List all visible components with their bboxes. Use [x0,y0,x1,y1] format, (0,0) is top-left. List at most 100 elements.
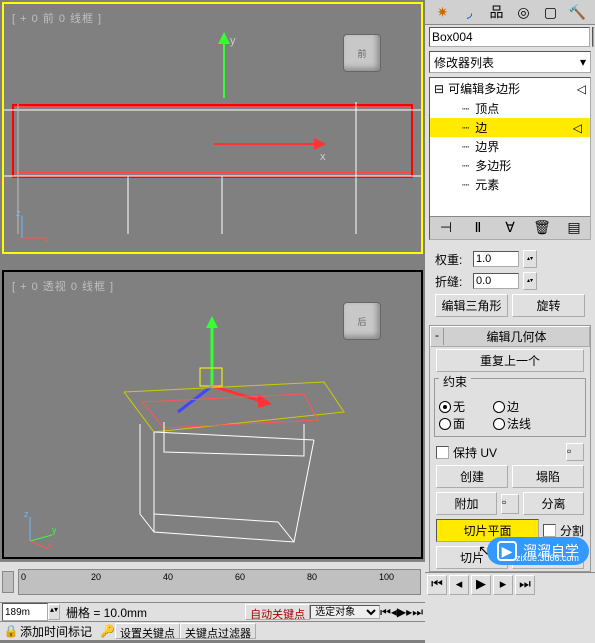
svg-text:z: z [16,210,21,218]
status-bar-2: 🔒 添加时间标记 🔑 设置关键点 关键点过滤器 [0,621,425,640]
constraint-none-radio[interactable]: 无 [439,398,489,415]
edit-geometry-rollout: - 编辑几何体 重复上一个 约束 无 边 面 法线 保持 UV ▫ [429,325,591,572]
modify-tab-icon[interactable]: ◞ [461,3,479,21]
transport-prev-icon[interactable]: ◂ [449,575,469,595]
svg-text:z: z [24,511,29,519]
mouse-cursor-icon: ↖ [478,542,490,559]
constraint-face-radio[interactable]: 面 [439,415,489,432]
viewport-persp-label: [ + 0 透视 0 线框 ] [12,278,114,294]
auto-key-button[interactable]: 自动关键点 [245,604,310,620]
frame-display[interactable] [2,603,48,621]
key-icon[interactable]: 🔑 [100,624,115,638]
stack-arrow-icon: ◁ [577,82,586,96]
key-mode-select[interactable]: 选定对象 [310,605,380,619]
constraints-label: 约束 [439,375,471,389]
viewcube-front[interactable]: 前 [343,34,381,72]
status-bar-1: ▴▾ 栅格 = 10.0mm 自动关键点 选定对象 ⏮ ◂ ▶ ▸ ⏭ [0,602,425,621]
command-tabs: ✷ ◞ 品 ◎ ▢ 🔨 [425,0,595,25]
viewcube-persp[interactable]: 后 [343,302,381,340]
wireframe-persp-icon [94,362,354,552]
stack-item-polygon[interactable]: ┈多边形 [430,156,590,175]
constraint-edge-radio[interactable]: 边 [493,398,543,415]
tick-60: 60 [235,572,245,582]
axis-tripod-persp-icon: z y x [16,511,56,549]
preserve-uv-settings-button[interactable]: ▫ [566,443,584,461]
weight-input[interactable] [473,251,519,267]
tick-0: 0 [21,572,26,582]
preserve-uv-label: 保持 UV [453,444,497,461]
tick-20: 20 [91,572,101,582]
constraint-normal-radio[interactable]: 法线 [493,415,543,432]
watermark-badge: ▶ 溜溜自学 zixue.3d66.com [487,537,589,565]
key-filters-button[interactable]: 关键点过滤器 [180,623,256,639]
crease-input[interactable] [473,273,519,289]
object-name-input[interactable] [429,27,590,47]
crease-label: 折缝: [435,273,469,290]
attach-button[interactable]: 附加 [436,492,497,515]
motion-tab-icon[interactable]: ◎ [515,3,533,21]
preserve-uv-checkbox[interactable] [436,446,449,459]
tick-80: 80 [307,572,317,582]
viewport-perspective[interactable]: [ + 0 透视 0 线框 ] 后 z y [2,270,423,559]
pin-stack-icon[interactable]: ⊣ [436,219,456,237]
attach-list-button[interactable]: ▫ [501,494,519,514]
weight-spinner[interactable]: ▴▾ [523,250,537,268]
tick-100: 100 [379,572,394,582]
timeline-ruler[interactable]: 0 20 40 60 80 100 [18,569,421,595]
active-subobj-icon: ◁ [573,121,582,135]
transport-end-icon[interactable]: ⏭ [515,575,535,595]
remove-modifier-icon[interactable]: 🗑 [532,219,552,237]
goto-start-icon[interactable]: ⏮ [380,605,391,620]
transport-play-icon[interactable]: ▶ [471,575,491,595]
goto-end-icon[interactable]: ⏭ [412,605,423,620]
add-time-tag[interactable]: 添加时间标记 [20,623,100,640]
configure-sets-icon[interactable]: ▤ [564,219,584,237]
collapse-button[interactable]: 塌陷 [512,465,584,488]
frame-spinner[interactable]: ▴▾ [48,604,60,620]
viewport-front-label: [ + 0 前 0 线框 ] [12,10,102,26]
timeline-slider[interactable] [2,571,14,593]
make-unique-icon[interactable]: ∀ [500,219,520,237]
timeline[interactable]: 0 20 40 60 80 100 [0,561,425,602]
transport-bar: ⏮ ◂ ▶ ▸ ⏭ [425,572,595,597]
weight-label: 权重: [435,251,469,268]
stack-item-border[interactable]: ┈边界 [430,137,590,156]
set-key-button[interactable]: 设置关键点 [115,623,180,639]
create-button[interactable]: 创建 [436,465,508,488]
chevron-down-icon: ▾ [580,55,586,69]
hierarchy-tab-icon[interactable]: 品 [488,3,506,21]
detach-button[interactable]: 分离 [523,492,584,515]
rotate-button[interactable]: 旋转 [512,294,585,317]
utilities-tab-icon[interactable]: 🔨 [569,3,587,21]
stack-toolbar: ⊣ Ⅱ ∀ 🗑 ▤ [430,216,590,239]
stack-root[interactable]: ⊟ 可编辑多边形 ◁ [430,78,590,99]
crease-spinner[interactable]: ▴▾ [523,272,537,290]
svg-text:x: x [44,234,49,244]
stack-item-element[interactable]: ┈元素 [430,175,590,194]
split-checkbox[interactable] [543,524,556,537]
minus-icon: - [431,328,444,345]
svg-text:y: y [230,35,236,47]
tick-40: 40 [163,572,173,582]
show-end-result-icon[interactable]: Ⅱ [468,219,488,237]
object-color-swatch[interactable] [592,27,594,47]
edit-tri-button[interactable]: 编辑三角形 [435,294,508,317]
display-tab-icon[interactable]: ▢ [542,3,560,21]
transport-rewind-icon[interactable]: ⏮ [427,575,447,595]
transport-next-icon[interactable]: ▸ [493,575,513,595]
collapse-icon: ⊟ [434,82,444,96]
svg-text:y: y [52,525,56,535]
rollout-header[interactable]: - 编辑几何体 [430,326,590,347]
stack-item-vertex[interactable]: ┈顶点 [430,99,590,118]
viewport-front[interactable]: [ + 0 前 0 线框 ] 前 y x [2,2,423,254]
play-icon[interactable]: ▶ [397,605,406,619]
constraints-group: 约束 无 边 面 法线 [434,378,586,437]
stack-item-edge[interactable]: ┈边◁ [430,118,590,137]
axis-tripod-front-icon: z x [16,210,50,244]
lock-icon[interactable]: 🔒 [2,624,20,638]
create-tab-icon[interactable]: ✷ [434,3,452,21]
edge-panel: 权重: ▴▾ 折缝: ▴▾ 编辑三角形 旋转 [429,248,591,319]
modifier-stack[interactable]: ⊟ 可编辑多边形 ◁ ┈顶点 ┈边◁ ┈边界 ┈多边形 ┈元素 ⊣ Ⅱ ∀ 🗑 … [429,77,591,240]
repeat-last-button[interactable]: 重复上一个 [436,349,584,372]
modifier-list-combo[interactable]: 修改器列表 ▾ [429,51,591,73]
